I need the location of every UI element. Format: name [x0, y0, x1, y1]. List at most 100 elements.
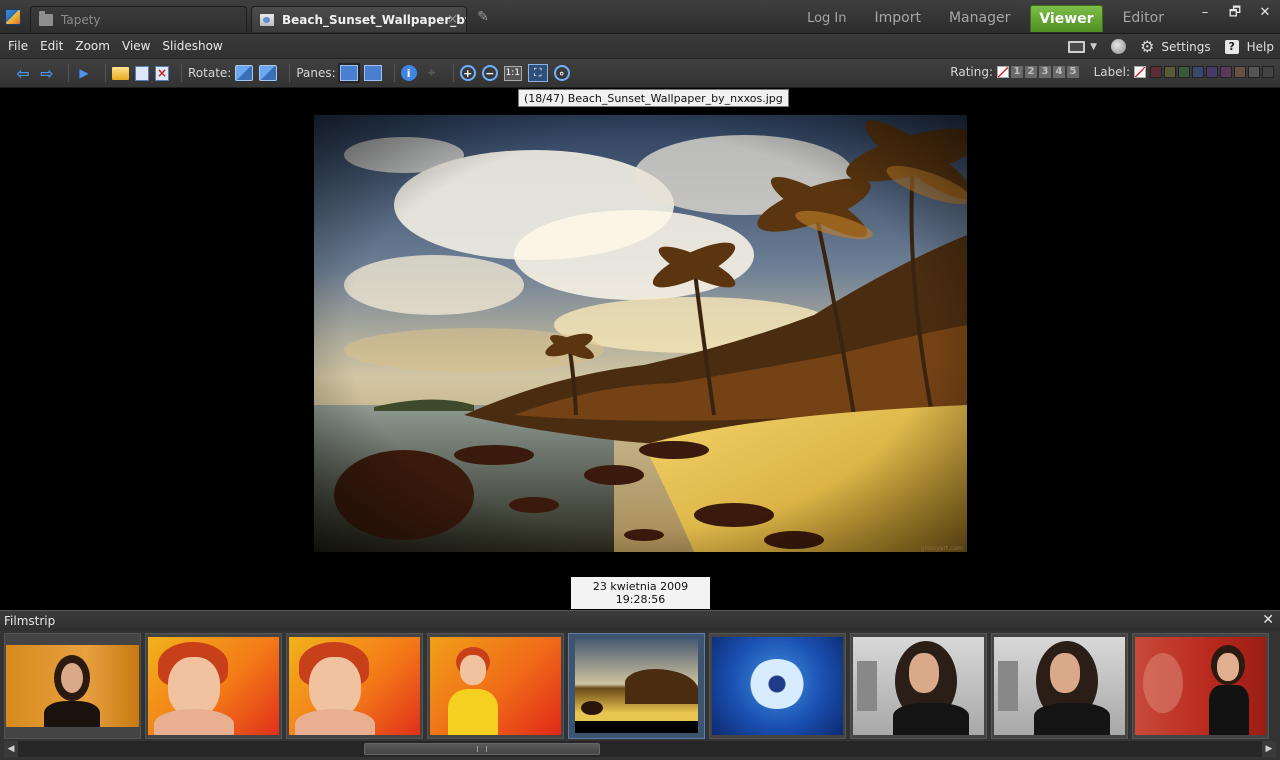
thumbnail[interactable]	[145, 633, 282, 739]
rotate-label: Rotate:	[188, 66, 232, 80]
menu-file[interactable]: File	[2, 34, 34, 59]
tab-tapety[interactable]: Tapety	[30, 6, 247, 32]
delete-file-icon[interactable]: ×	[155, 65, 169, 81]
tab-close-icon[interactable]: ×	[447, 12, 458, 27]
thumbnail[interactable]	[709, 633, 846, 739]
thumbnail-selected[interactable]	[568, 633, 705, 739]
rating-control: Rating: 1 2 3 4 5	[950, 65, 1081, 79]
tab-label: Beach_Sunset_Wallpaper_by_...	[282, 12, 466, 27]
info-icon[interactable]: i	[400, 65, 417, 81]
fit-to-screen-icon[interactable]: ⛶	[527, 64, 548, 82]
filmstrip-close-icon[interactable]: ✕	[1262, 612, 1274, 628]
close-window-button[interactable]: ✕	[1250, 2, 1280, 26]
thumbnail[interactable]	[1132, 633, 1269, 739]
color-label-swatch[interactable]	[1234, 66, 1246, 78]
color-label-swatch[interactable]	[1248, 66, 1260, 78]
mode-login[interactable]: Log In	[799, 5, 854, 32]
open-folder-icon[interactable]	[112, 66, 129, 80]
zoom-in-icon[interactable]: +	[459, 65, 476, 81]
thumbnail-image	[289, 637, 420, 735]
clear-rating-icon[interactable]	[997, 66, 1009, 78]
play-slideshow-icon[interactable]: ▶	[75, 64, 93, 82]
watermark: glossyart.com	[920, 545, 963, 552]
beach-sunset-image	[314, 115, 967, 552]
color-label-swatch[interactable]	[1206, 66, 1218, 78]
restore-button[interactable]: 🗗	[1220, 2, 1250, 26]
menu-bar: File Edit Zoom View Slideshow ▼ ⚙ Settin…	[0, 34, 1280, 59]
image-file-icon	[260, 13, 274, 26]
filmstrip-pane-icon[interactable]	[339, 65, 358, 81]
thumbnail-image	[148, 637, 279, 735]
new-tab-icon[interactable]: ✎	[475, 9, 491, 25]
copy-file-icon[interactable]	[135, 65, 149, 81]
tab-label: Tapety	[61, 12, 101, 27]
image-viewer[interactable]: glossyart.com (18/47) Beach_Sunset_Wallp…	[0, 89, 1280, 610]
color-label-control: Label:	[1094, 65, 1274, 79]
settings-button[interactable]: ⚙ Settings	[1140, 37, 1211, 56]
mode-editor[interactable]: Editor	[1115, 5, 1172, 32]
filmstrip-scrollbar[interactable]: ◀ ▶	[4, 741, 1276, 757]
color-label-swatch[interactable]	[1220, 66, 1232, 78]
filmstrip-header: Filmstrip ✕	[0, 611, 1280, 631]
online-button[interactable]	[1111, 39, 1127, 54]
thumbnail[interactable]	[4, 633, 141, 739]
folders-pane-icon[interactable]	[363, 65, 382, 81]
clear-label-icon[interactable]	[1134, 66, 1146, 78]
scroll-right-icon[interactable]: ▶	[1262, 741, 1276, 757]
color-label-swatch[interactable]	[1178, 66, 1190, 78]
tab-beach-sunset[interactable]: Beach_Sunset_Wallpaper_by_... ×	[251, 6, 467, 32]
label-label: Label:	[1093, 65, 1130, 79]
color-label-swatch[interactable]	[1262, 66, 1274, 78]
thumbnail-image	[994, 637, 1125, 735]
zoom-tool-icon[interactable]: ∘	[553, 65, 570, 81]
thumbnail[interactable]	[427, 633, 564, 739]
menu-view[interactable]: View	[116, 34, 156, 59]
grip-icon	[477, 746, 487, 752]
app-window: Tapety Beach_Sunset_Wallpaper_by_... × ✎…	[0, 0, 1280, 760]
rating-3[interactable]: 3	[1039, 66, 1051, 78]
panes-label: Panes:	[296, 66, 336, 80]
map-pin-icon[interactable]: ⌖	[423, 64, 441, 82]
toolbar-divider	[68, 64, 69, 82]
settings-label: Settings	[1161, 39, 1211, 54]
rotate-left-icon[interactable]	[235, 65, 254, 81]
display-mode-dropdown[interactable]: ▼	[1068, 40, 1097, 53]
filmstrip-panel: Filmstrip ✕ ◀ ▶	[0, 610, 1280, 760]
mode-viewer[interactable]: Viewer	[1030, 5, 1103, 32]
help-button[interactable]: ? Help	[1224, 39, 1274, 54]
file-info-overlay: (18/47) Beach_Sunset_Wallpaper_by_nxxos.…	[518, 89, 789, 107]
filmstrip-title: Filmstrip	[4, 614, 56, 628]
menu-slideshow[interactable]: Slideshow	[156, 34, 228, 59]
mode-import[interactable]: Import	[867, 5, 929, 32]
rating-1[interactable]: 1	[1011, 66, 1023, 78]
toolbar-divider	[393, 64, 395, 82]
thumbnail[interactable]	[991, 633, 1128, 739]
thumbnail-image	[575, 639, 698, 733]
rotate-right-icon[interactable]	[259, 65, 278, 81]
scrollbar-thumb[interactable]	[364, 743, 600, 755]
rating-2[interactable]: 2	[1025, 66, 1037, 78]
toolbar: ⇦ ⇨ ▶ × Rotate: Panes: i ⌖ + − 1:1 ⛶ ∘ R…	[0, 59, 1280, 88]
mode-manager[interactable]: Manager	[941, 5, 1018, 32]
color-label-swatch[interactable]	[1150, 66, 1162, 78]
main-photo[interactable]: glossyart.com	[314, 115, 967, 552]
thumbnail[interactable]	[850, 633, 987, 739]
back-arrow-icon[interactable]: ⇦	[14, 64, 32, 83]
thumbnail[interactable]	[286, 633, 423, 739]
rating-4[interactable]: 4	[1053, 66, 1065, 78]
scroll-left-icon[interactable]: ◀	[4, 741, 18, 757]
mode-switcher: Log In Import Manager Viewer Editor	[787, 5, 1172, 32]
menu-edit[interactable]: Edit	[34, 34, 69, 59]
thumbnail-strip	[4, 633, 1276, 739]
forward-arrow-icon[interactable]: ⇨	[38, 64, 56, 83]
minimize-button[interactable]: –	[1190, 2, 1220, 26]
zoom-out-icon[interactable]: −	[481, 65, 498, 81]
actual-size-icon[interactable]: 1:1	[503, 65, 522, 81]
color-label-swatch[interactable]	[1192, 66, 1204, 78]
color-label-swatch[interactable]	[1164, 66, 1176, 78]
toolbar-divider	[289, 64, 291, 82]
rating-5[interactable]: 5	[1067, 66, 1079, 78]
globe-icon	[1111, 39, 1127, 54]
menu-zoom[interactable]: Zoom	[69, 34, 116, 59]
app-logo-icon[interactable]	[5, 9, 21, 25]
